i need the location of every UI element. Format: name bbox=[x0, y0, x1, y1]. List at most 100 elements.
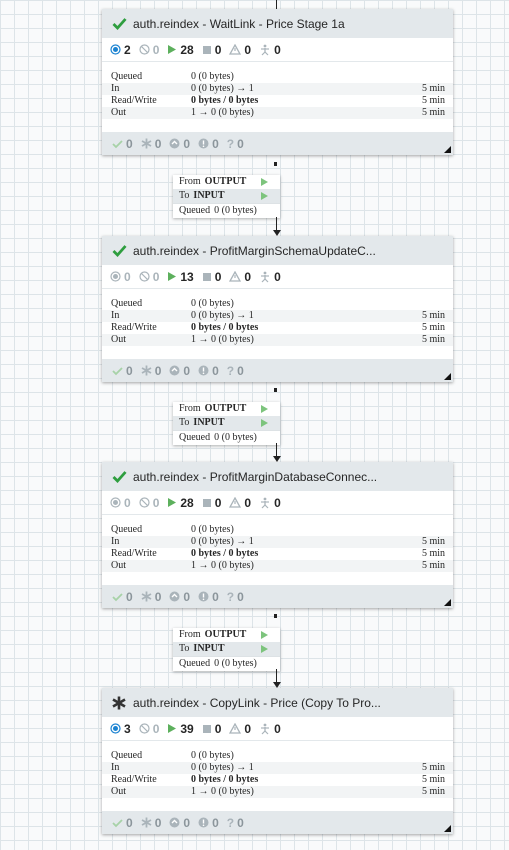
warning-icon bbox=[229, 497, 242, 508]
queued-label: Queued bbox=[179, 205, 211, 216]
transmitting-icon bbox=[110, 723, 121, 734]
in-value: 0 (0 bytes) → 1 bbox=[191, 83, 254, 94]
running-count: 28 bbox=[180, 495, 194, 510]
locally-modified-stat: 0 bbox=[141, 589, 162, 604]
processor-card[interactable]: auth.reindex - ProfitMarginSchemaUpdateC… bbox=[102, 236, 453, 382]
stop-icon bbox=[202, 498, 212, 508]
queued-label: Queued bbox=[111, 71, 143, 82]
question-icon: ? bbox=[226, 815, 235, 830]
in-value: 0 (0 bytes) → 1 bbox=[191, 310, 254, 321]
arrowhead-icon bbox=[273, 230, 281, 236]
out-time: 5 min bbox=[421, 334, 445, 345]
stop-icon bbox=[202, 45, 212, 55]
processor-name: auth.reindex - CopyLink - Price (Copy To… bbox=[133, 695, 381, 710]
processor-header[interactable]: auth.reindex - ProfitMarginDatabaseConne… bbox=[102, 462, 453, 491]
play-icon bbox=[261, 419, 268, 427]
from-value: OUTPUT bbox=[204, 403, 247, 414]
connection-line bbox=[276, 669, 277, 682]
locally-modified-stale-stat: 0 bbox=[198, 590, 219, 604]
warning-icon bbox=[229, 44, 242, 55]
processor-card[interactable]: auth.reindex - WaitLink - Price Stage 1a… bbox=[102, 9, 453, 155]
processor-bottom-bar: 0 0 0 0 ? 0 bbox=[102, 132, 453, 155]
processor-header[interactable]: auth.reindex - ProfitMarginSchemaUpdateC… bbox=[102, 236, 453, 265]
processor-stats-table: Queued 0 (0 bytes) In 0 (0 bytes) → 1 5 min… bbox=[102, 741, 453, 798]
arrow-up-circle-icon bbox=[169, 817, 180, 828]
out-row: Out 1 → 0 (0 bytes) 5 min bbox=[102, 786, 453, 798]
invalid-count: 0 bbox=[244, 495, 252, 510]
processor-header[interactable]: auth.reindex - WaitLink - Price Stage 1a bbox=[102, 9, 453, 38]
locally-modified-count: 0 bbox=[154, 589, 162, 604]
not-transmitting-stat: 0 bbox=[139, 43, 159, 57]
in-label: In bbox=[111, 83, 120, 94]
processor-name: auth.reindex - ProfitMarginDatabaseConne… bbox=[133, 469, 378, 484]
invalid-count: 0 bbox=[244, 269, 252, 284]
resize-corner-icon[interactable] bbox=[444, 599, 451, 606]
disabled-stat: 0 bbox=[259, 43, 281, 57]
in-label: In bbox=[111, 310, 120, 321]
in-row: In 0 (0 bytes) → 1 5 min bbox=[102, 536, 453, 548]
running-count: 13 bbox=[180, 269, 194, 284]
resize-corner-icon[interactable] bbox=[444, 146, 451, 153]
locally-modified-count: 0 bbox=[154, 363, 162, 378]
question-icon: ? bbox=[226, 136, 235, 151]
connection-label[interactable]: From OUTPUT To INPUT Queued 0 (0 bytes) bbox=[173, 628, 280, 671]
stale-stat: 0 bbox=[169, 590, 190, 604]
check-icon bbox=[111, 243, 127, 259]
locally-modified-stat: 0 bbox=[141, 363, 162, 378]
to-label: To bbox=[179, 190, 190, 201]
sync-failure-count: 0 bbox=[237, 815, 244, 830]
transmitting-count: 0 bbox=[124, 495, 131, 510]
resize-corner-icon[interactable] bbox=[444, 373, 451, 380]
running-count: 39 bbox=[180, 721, 194, 736]
processor-stats-bar: 2 0 28 0 0 0 bbox=[102, 38, 453, 62]
queued-value: 0 (0 bytes) bbox=[214, 205, 257, 216]
processor-name: auth.reindex - ProfitMarginSchemaUpdateC… bbox=[133, 243, 376, 258]
connection-line bbox=[276, 443, 277, 456]
out-label: Out bbox=[111, 334, 126, 345]
stopped-stat: 0 bbox=[202, 269, 222, 284]
warning-icon bbox=[229, 271, 242, 282]
play-icon bbox=[167, 497, 177, 508]
connection-label[interactable]: From OUTPUT To INPUT Queued 0 (0 bytes) bbox=[173, 402, 280, 445]
connection-from-row: From OUTPUT bbox=[173, 175, 280, 189]
check-icon bbox=[111, 469, 127, 485]
processor-card[interactable]: auth.reindex - ProfitMarginDatabaseConne… bbox=[102, 462, 453, 608]
processor-stats-table: Queued 0 (0 bytes) In 0 (0 bytes) → 1 5 min… bbox=[102, 62, 453, 119]
up-to-date-stat: 0 bbox=[112, 816, 133, 830]
out-row: Out 1 → 0 (0 bytes) 5 min bbox=[102, 560, 453, 572]
processor-card[interactable]: auth.reindex - CopyLink - Price (Copy To… bbox=[102, 688, 453, 834]
read-write-value: 0 bytes / 0 bytes bbox=[191, 774, 259, 785]
stopped-count: 0 bbox=[214, 269, 222, 284]
question-icon: ? bbox=[226, 589, 235, 604]
read-write-row: Read/Write 0 bytes / 0 bytes 5 min bbox=[102, 95, 453, 107]
queued-label: Queued bbox=[111, 298, 143, 309]
disabled-icon bbox=[259, 723, 271, 735]
up-to-date-count: 0 bbox=[126, 589, 133, 604]
not-transmitting-icon bbox=[139, 723, 150, 734]
in-label: In bbox=[111, 536, 120, 547]
locally-modified-stale-count: 0 bbox=[212, 363, 219, 378]
transmitting-stat: 2 bbox=[110, 43, 131, 57]
processor-bottom-bar: 0 0 0 0 ? 0 bbox=[102, 359, 453, 382]
stopped-count: 0 bbox=[214, 495, 222, 510]
stale-stat: 0 bbox=[169, 816, 190, 830]
locally-modified-stale-count: 0 bbox=[212, 589, 219, 604]
sync-failure-count: 0 bbox=[237, 589, 244, 604]
exclamation-circle-icon bbox=[198, 138, 209, 149]
resize-corner-icon[interactable] bbox=[444, 825, 451, 832]
queued-row: Queued 0 (0 bytes) bbox=[102, 750, 453, 762]
check-icon bbox=[112, 366, 123, 376]
up-to-date-stat: 0 bbox=[112, 137, 133, 151]
read-write-label: Read/Write bbox=[111, 95, 157, 106]
read-write-time: 5 min bbox=[421, 774, 445, 785]
play-icon bbox=[167, 271, 177, 282]
stale-count: 0 bbox=[183, 589, 191, 604]
play-icon bbox=[261, 631, 268, 639]
connection-label[interactable]: From OUTPUT To INPUT Queued 0 (0 bytes) bbox=[173, 175, 280, 218]
queued-value: 0 (0 bytes) bbox=[214, 432, 257, 443]
connection-line bbox=[274, 614, 277, 618]
processor-header[interactable]: auth.reindex - CopyLink - Price (Copy To… bbox=[102, 688, 453, 717]
connection-line bbox=[274, 162, 277, 166]
stop-icon bbox=[202, 724, 212, 734]
not-transmitting-icon bbox=[139, 44, 150, 55]
